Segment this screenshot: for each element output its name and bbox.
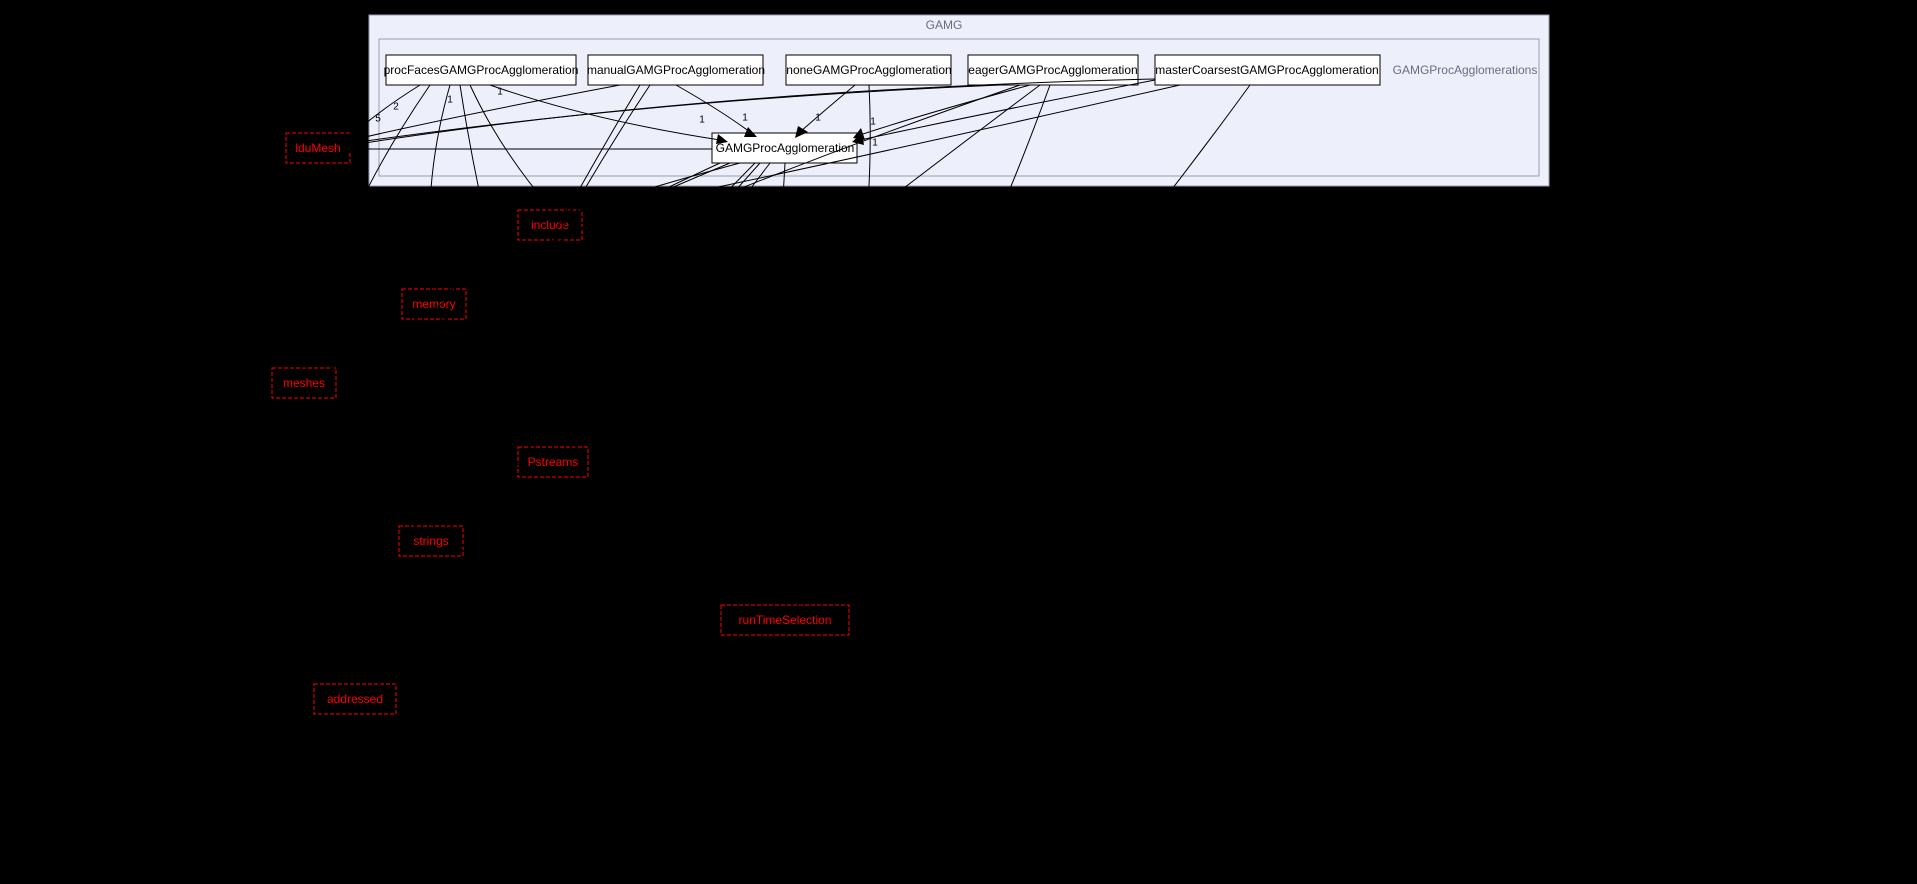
svg-text:strings: strings xyxy=(413,534,448,548)
svg-text:1: 1 xyxy=(872,138,878,149)
svg-text:1: 1 xyxy=(427,273,433,284)
svg-text:1: 1 xyxy=(370,660,376,671)
node-Pstreams[interactable]: Pstreams xyxy=(518,447,588,477)
svg-text:2: 2 xyxy=(393,102,399,113)
svg-text:5: 5 xyxy=(375,114,381,125)
svg-text:1: 1 xyxy=(870,117,876,128)
node-procFaces[interactable]: procFacesGAMGProcAgglomeration xyxy=(384,55,579,85)
node-masterCoarsest[interactable]: masterCoarsestGAMGProcAgglomeration xyxy=(1155,55,1380,85)
svg-text:eagerGAMGProcAgglomeration: eagerGAMGProcAgglomeration xyxy=(968,63,1137,77)
svg-text:1: 1 xyxy=(447,95,453,106)
svg-text:lduMesh: lduMesh xyxy=(295,141,340,155)
svg-text:Pstreams: Pstreams xyxy=(528,455,579,469)
outer-region-label: GAMG xyxy=(926,18,963,32)
svg-text:1: 1 xyxy=(397,660,403,671)
svg-text:1: 1 xyxy=(497,87,503,98)
node-none[interactable]: noneGAMGProcAgglomeration xyxy=(786,55,952,85)
svg-text:1: 1 xyxy=(442,505,448,516)
svg-text:3: 3 xyxy=(772,585,778,596)
svg-text:runTimeSelection: runTimeSelection xyxy=(739,613,832,627)
svg-text:1: 1 xyxy=(465,500,471,511)
svg-text:GAMGProcAgglomeration: GAMGProcAgglomeration xyxy=(716,141,855,155)
node-runTimeSelection[interactable]: runTimeSelection xyxy=(721,605,849,635)
node-include[interactable]: include xyxy=(518,210,582,240)
node-lduMesh[interactable]: lduMesh xyxy=(286,133,350,163)
node-strings[interactable]: strings xyxy=(399,526,463,556)
node-addressed[interactable]: addressed xyxy=(314,684,396,714)
node-manual[interactable]: manualGAMGProcAgglomeration xyxy=(587,55,765,85)
svg-text:noneGAMGProcAgglomeration: noneGAMGProcAgglomeration xyxy=(786,63,951,77)
node-memory[interactable]: memory xyxy=(402,289,466,319)
svg-text:memory: memory xyxy=(412,297,455,311)
svg-text:manualGAMGProcAgglomeration: manualGAMGProcAgglomeration xyxy=(587,63,765,77)
node-meshes[interactable]: meshes xyxy=(272,368,336,398)
svg-text:20: 20 xyxy=(354,135,366,146)
svg-text:procFacesGAMGProcAgglomeration: procFacesGAMGProcAgglomeration xyxy=(384,63,579,77)
inner-region-label: GAMGProcAgglomerations xyxy=(1393,63,1538,77)
svg-text:masterCoarsestGAMGProcAgglomer: masterCoarsestGAMGProcAgglomeration xyxy=(1155,63,1378,77)
svg-text:addressed: addressed xyxy=(327,692,383,706)
svg-text:1: 1 xyxy=(352,358,358,369)
svg-text:meshes: meshes xyxy=(283,376,325,390)
svg-text:1: 1 xyxy=(742,113,748,124)
svg-text:1: 1 xyxy=(315,345,321,356)
svg-text:1: 1 xyxy=(815,113,821,124)
svg-text:1: 1 xyxy=(699,115,705,126)
svg-text:1: 1 xyxy=(802,585,808,596)
node-gamgProcAgglomeration[interactable]: GAMGProcAgglomeration xyxy=(712,133,857,163)
svg-text:1: 1 xyxy=(537,190,543,201)
